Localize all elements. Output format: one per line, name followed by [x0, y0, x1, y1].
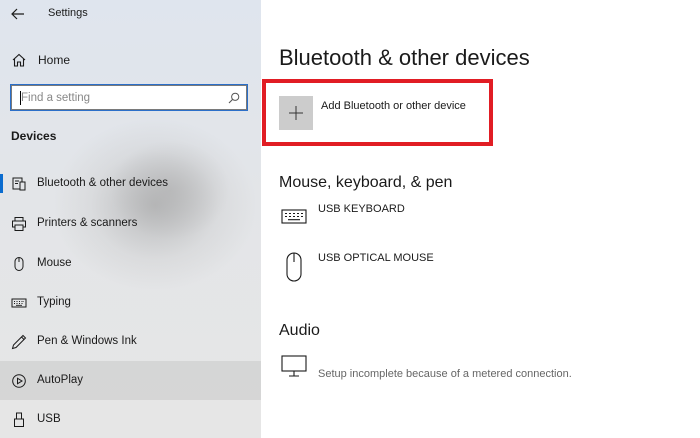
sidebar: Settings Home Devices Bluetooth & other … — [0, 0, 261, 438]
printer-icon — [12, 217, 26, 231]
app-title: Settings — [48, 7, 88, 19]
home-label: Home — [38, 53, 71, 67]
main-content: Bluetooth & other devices Add Bluetooth … — [261, 0, 700, 438]
sidebar-item-usb[interactable]: USB — [0, 400, 261, 438]
search-input[interactable] — [21, 90, 221, 106]
add-device-label: Add Bluetooth or other device — [321, 100, 466, 112]
sidebar-item-label: Bluetooth & other devices — [37, 177, 169, 189]
sidebar-item-pen[interactable]: Pen & Windows Ink — [0, 322, 261, 361]
plus-icon — [289, 106, 303, 120]
add-device-button[interactable]: Add Bluetooth or other device — [279, 96, 491, 132]
sidebar-item-label: Mouse — [37, 257, 72, 269]
device-usb-keyboard[interactable]: USB KEYBOARD — [279, 203, 679, 237]
pen-icon — [11, 334, 27, 350]
device-name: USB OPTICAL MOUSE — [318, 252, 434, 264]
sidebar-item-typing[interactable]: Typing — [0, 283, 261, 322]
section-title: Devices — [11, 129, 57, 143]
device-status: Setup incomplete because of a metered co… — [318, 368, 572, 380]
search-icon[interactable] — [228, 92, 240, 104]
sidebar-item-autoplay[interactable]: AutoPlay — [0, 361, 261, 400]
sidebar-item-label: Pen & Windows Ink — [37, 335, 137, 347]
bluetooth-devices-icon — [12, 177, 26, 191]
group-title-input-devices: Mouse, keyboard, & pen — [279, 174, 453, 191]
usb-icon — [14, 412, 24, 427]
plus-tile — [279, 96, 313, 130]
mouse-icon — [286, 252, 302, 282]
home-icon — [12, 53, 26, 67]
nav-home[interactable]: Home — [0, 47, 261, 73]
monitor-icon — [281, 355, 307, 377]
back-arrow-icon — [11, 8, 24, 20]
search-box[interactable] — [10, 84, 248, 111]
autoplay-icon — [12, 374, 26, 388]
device-audio-monitor[interactable]: Setup incomplete because of a metered co… — [279, 353, 679, 387]
sidebar-item-bluetooth[interactable]: Bluetooth & other devices — [0, 164, 261, 203]
mouse-icon — [14, 257, 24, 271]
back-button[interactable] — [6, 3, 30, 25]
page-title: Bluetooth & other devices — [279, 45, 530, 70]
sidebar-item-label: Typing — [37, 296, 71, 308]
keyboard-icon — [281, 209, 307, 224]
device-name: USB KEYBOARD — [318, 203, 405, 215]
sidebar-item-printers[interactable]: Printers & scanners — [0, 204, 261, 243]
keyboard-icon — [11, 298, 27, 308]
group-title-audio: Audio — [279, 322, 320, 339]
sidebar-item-label: USB — [37, 413, 61, 425]
sidebar-item-mouse[interactable]: Mouse — [0, 244, 261, 283]
sidebar-item-label: Printers & scanners — [37, 217, 138, 229]
device-usb-optical-mouse[interactable]: USB OPTICAL MOUSE — [279, 252, 679, 286]
selection-indicator — [0, 174, 3, 193]
sidebar-item-label: AutoPlay — [37, 374, 84, 386]
title-bar: Settings — [0, 0, 261, 28]
